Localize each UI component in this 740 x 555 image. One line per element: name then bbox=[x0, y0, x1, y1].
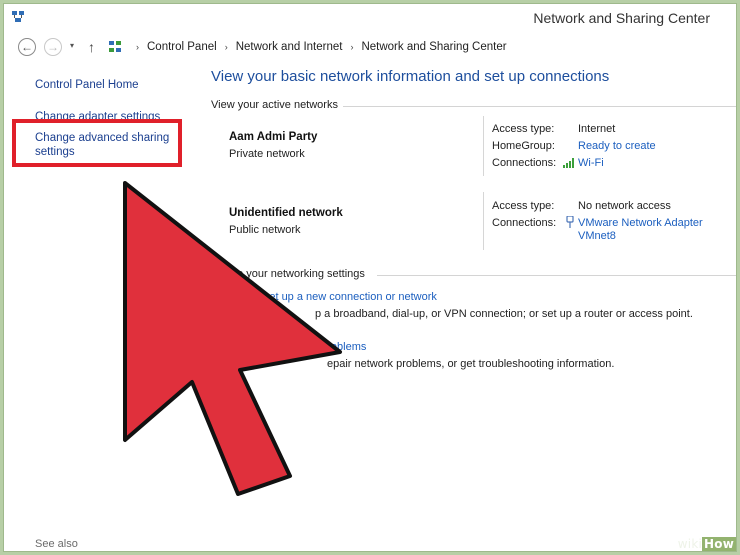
connections-label: Connections: bbox=[492, 217, 557, 229]
highlight-box bbox=[12, 119, 182, 167]
connections-label: Connections: bbox=[492, 157, 557, 169]
main-content: View your basic network information and … bbox=[209, 62, 736, 551]
active-networks-heading: View your active networks bbox=[211, 99, 338, 111]
change-networking-settings-heading: ge your networking settings bbox=[231, 268, 365, 280]
network-app-icon bbox=[12, 11, 24, 22]
vmware-adapter-link-line2[interactable]: VMnet8 bbox=[578, 230, 616, 242]
breadcrumb-separator-icon[interactable]: › bbox=[225, 42, 228, 52]
back-button[interactable]: ← bbox=[18, 38, 36, 56]
network-type-link[interactable]: Private network bbox=[229, 148, 305, 160]
page-title: View your basic network information and … bbox=[211, 68, 610, 85]
sidebar: Control Panel Home Change adapter settin… bbox=[4, 62, 200, 551]
vertical-divider bbox=[483, 192, 484, 250]
setup-new-connection-link[interactable]: Set up a new connection or network bbox=[262, 291, 437, 303]
wifi-signal-icon bbox=[563, 158, 574, 168]
network-name: Unidentified network bbox=[229, 207, 343, 219]
control-panel-home-link[interactable]: Control Panel Home bbox=[35, 78, 139, 92]
network-sharing-center-window: Network and Sharing Center ← → ▾ ↑ › Con… bbox=[3, 3, 737, 552]
access-type-label: Access type: bbox=[492, 123, 555, 135]
breadcrumb-network-and-internet[interactable]: Network and Internet bbox=[236, 41, 343, 53]
troubleshoot-problems-description: epair network problems, or get troublesh… bbox=[327, 358, 615, 370]
section-divider bbox=[343, 106, 736, 107]
window-title: Network and Sharing Center bbox=[533, 10, 710, 26]
network-type-link[interactable]: Public network bbox=[229, 224, 301, 236]
vmware-adapter-link[interactable]: VMware Network Adapter bbox=[578, 217, 703, 229]
access-type-value: No network access bbox=[578, 200, 671, 212]
section-divider bbox=[377, 275, 736, 276]
network-name: Aam Admi Party bbox=[229, 131, 318, 143]
control-panel-icon bbox=[109, 41, 121, 52]
ethernet-adapter-icon bbox=[566, 216, 574, 228]
access-type-value: Internet bbox=[578, 123, 616, 135]
breadcrumb: › Control Panel › Network and Internet ›… bbox=[108, 38, 507, 56]
breadcrumb-network-and-sharing-center[interactable]: Network and Sharing Center bbox=[361, 41, 506, 53]
homegroup-ready-link[interactable]: Ready to create bbox=[578, 140, 656, 152]
breadcrumb-control-panel[interactable]: Control Panel bbox=[147, 41, 217, 53]
up-level-button[interactable]: ↑ bbox=[88, 39, 95, 55]
title-bar: Network and Sharing Center bbox=[4, 4, 736, 32]
setup-new-connection-description: p a broadband, dial-up, or VPN connectio… bbox=[315, 308, 693, 320]
wikihow-watermark: wiki How bbox=[677, 537, 736, 551]
recent-locations-dropdown-icon[interactable]: ▾ bbox=[70, 41, 74, 50]
wifi-connection-link[interactable]: Wi-Fi bbox=[578, 157, 604, 169]
forward-button[interactable]: → bbox=[44, 38, 62, 56]
address-bar: ← → ▾ ↑ › Control Panel › Network and In… bbox=[4, 34, 736, 60]
access-type-label: Access type: bbox=[492, 200, 555, 212]
breadcrumb-separator-icon[interactable]: › bbox=[136, 42, 139, 52]
breadcrumb-separator-icon[interactable]: › bbox=[350, 42, 353, 52]
troubleshoot-problems-link[interactable]: t problems bbox=[315, 341, 366, 353]
see-also-heading: See also bbox=[35, 538, 78, 550]
vertical-divider bbox=[483, 116, 484, 176]
homegroup-label: HomeGroup: bbox=[492, 140, 555, 152]
